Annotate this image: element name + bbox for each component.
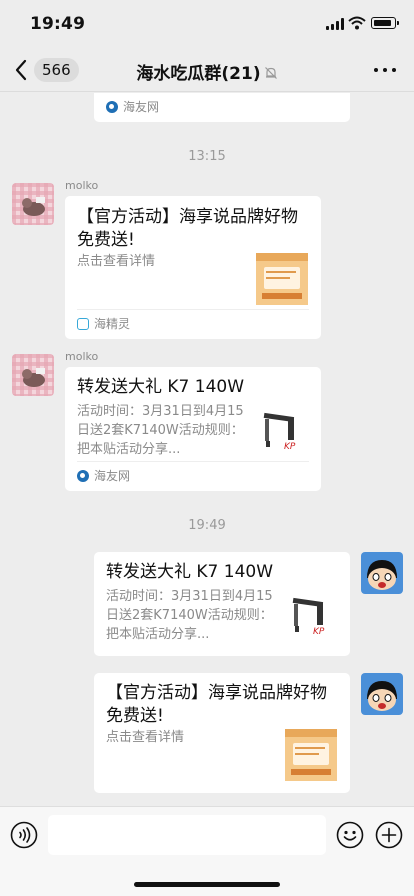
haiyou-source-icon (77, 470, 89, 482)
card-title: 转发送大礼 K7 140W (77, 377, 245, 397)
card-source: 海友网 (106, 93, 338, 122)
lamp-thumbnail: KP (287, 590, 339, 642)
sender-name: molko (65, 350, 99, 363)
my-avatar[interactable] (361, 673, 403, 715)
chat-title: 海水吃瓜群(21) (0, 59, 414, 84)
my-avatar[interactable] (361, 552, 403, 594)
haijingling-source-icon (77, 318, 89, 330)
poster-thumbnail (285, 729, 337, 781)
avatar[interactable] (12, 183, 54, 225)
wifi-icon (348, 16, 366, 30)
card-description: 活动时间：3月31日到4月15日送2套K7140W活动规则：把本贴活动分享... (106, 589, 273, 642)
card-description: 点击查看详情 (77, 254, 156, 269)
mute-bell-icon (264, 67, 277, 79)
link-card[interactable]: 转发送大礼 K7 140W 活动时间：3月31日到4月15日送2套K7140W活… (65, 367, 321, 491)
status-bar: 19:49 (0, 0, 414, 48)
card-source-label: 海友网 (94, 469, 131, 483)
more-plus-icon[interactable] (375, 821, 403, 849)
voice-input-icon[interactable] (10, 821, 38, 849)
card-title: 【官方活动】海享说品牌好物免费送! (106, 683, 327, 726)
card-source: 海精灵 (77, 309, 309, 339)
more-options-icon[interactable] (374, 60, 396, 80)
message-text-input[interactable] (48, 815, 326, 855)
sender-name: molko (65, 179, 99, 192)
chat-header: 566 海水吃瓜群(21) (0, 48, 414, 92)
card-description: 活动时间：3月31日到4月15日送2套K7140W活动规则：把本贴活动分享... (77, 404, 244, 457)
status-time: 19:49 (30, 14, 86, 34)
timestamp-divider: 19:49 (188, 518, 226, 533)
home-indicator (134, 882, 280, 887)
card-title: 【官方活动】海享说品牌好物免费送! (77, 207, 298, 250)
link-card[interactable]: 【官方活动】海享说品牌好物免费送! 点击查看详情 (94, 673, 350, 793)
link-card-partial[interactable]: 海友网 (94, 93, 350, 122)
message-list[interactable]: 海友网 13:15 molko 【官方活动】海享说品牌好物免费送! 点击查看详情 (0, 93, 414, 806)
link-card[interactable]: 转发送大礼 K7 140W 活动时间：3月31日到4月15日送2套K7140W活… (94, 552, 350, 656)
chat-title-text: 海水吃瓜群(21) (136, 64, 261, 84)
card-title: 转发送大礼 K7 140W (106, 562, 274, 582)
lamp-logo: KP (284, 442, 296, 452)
cellular-signal-icon (326, 18, 344, 30)
emoji-icon[interactable] (336, 821, 364, 849)
poster-thumbnail (256, 253, 308, 305)
haiyou-source-icon (106, 101, 118, 113)
card-source-label: 海友网 (123, 100, 160, 114)
lamp-thumbnail: KP (258, 405, 310, 457)
battery-icon (371, 17, 399, 29)
timestamp-divider: 13:15 (188, 149, 226, 164)
card-source: 海友网 (77, 461, 309, 491)
lamp-logo: KP (313, 627, 325, 637)
avatar[interactable] (12, 354, 54, 396)
card-description: 点击查看详情 (106, 730, 185, 745)
card-source-label: 海精灵 (94, 317, 131, 331)
link-card[interactable]: 【官方活动】海享说品牌好物免费送! 点击查看详情 海精灵 (65, 196, 321, 339)
